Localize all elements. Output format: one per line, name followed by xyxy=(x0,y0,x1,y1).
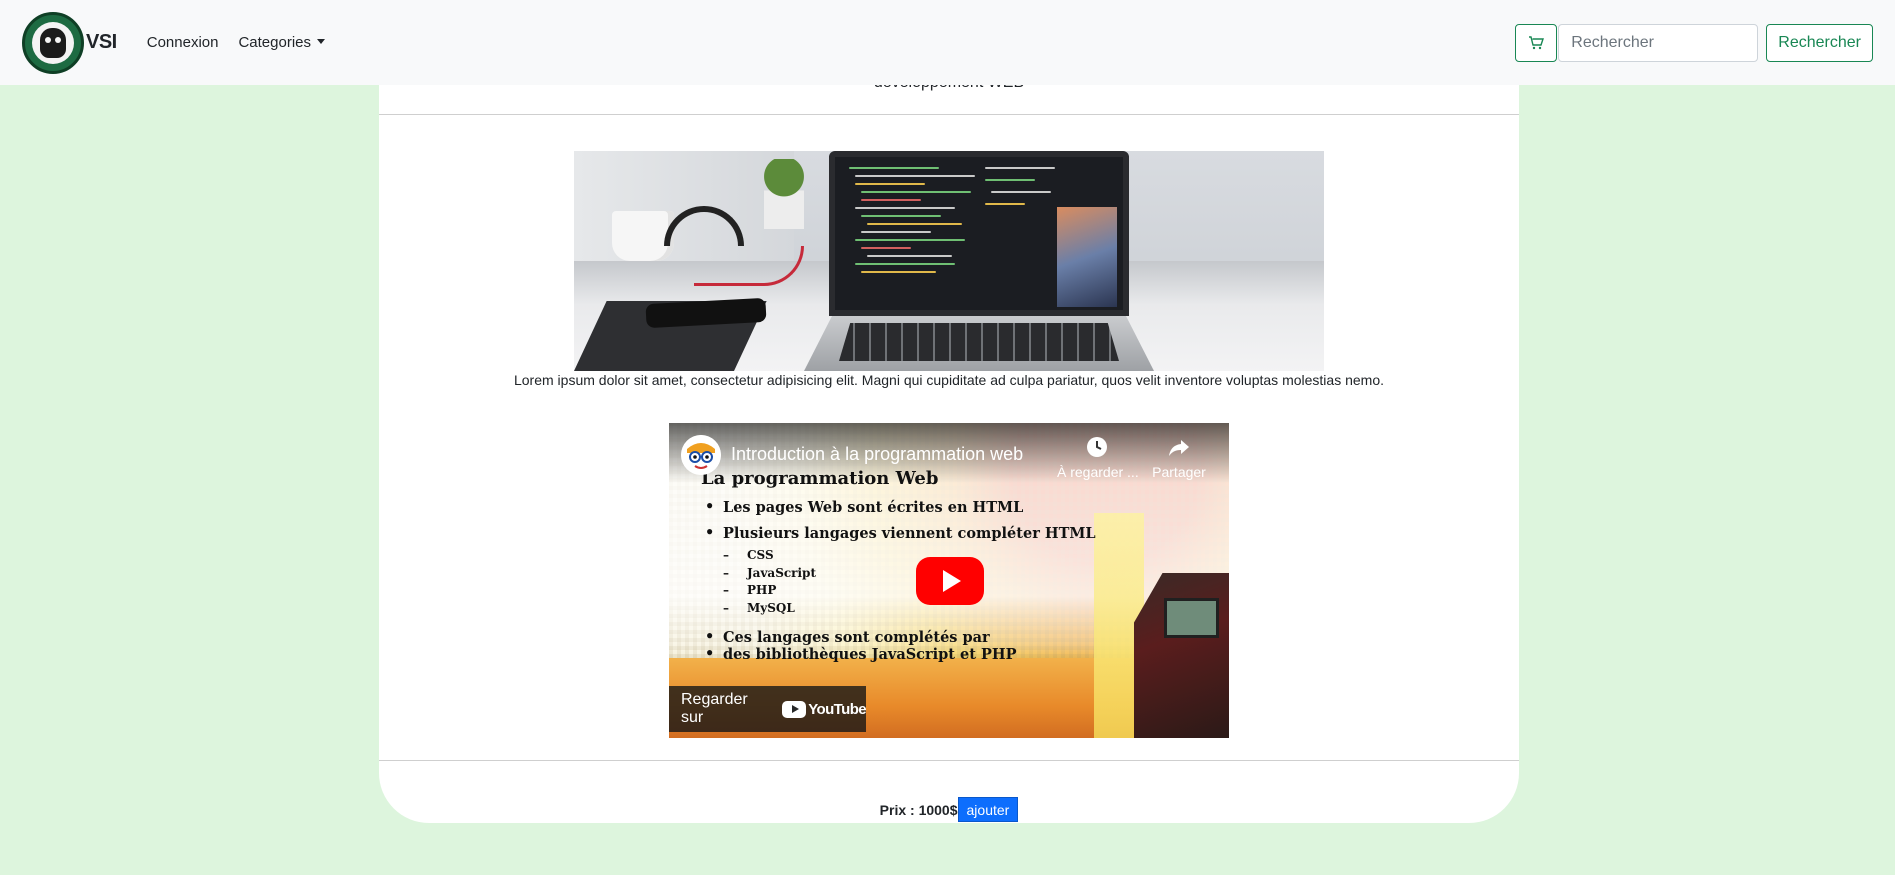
product-description: Lorem ipsum dolor sit amet, consectetur … xyxy=(513,372,1384,388)
product-image xyxy=(574,151,1324,371)
caret-down-icon xyxy=(317,39,326,44)
watch-on-label: Regarder sur xyxy=(681,691,748,726)
cart-icon xyxy=(1529,35,1545,49)
channel-avatar-icon xyxy=(681,435,721,475)
add-to-cart-button[interactable]: ajouter xyxy=(957,797,1019,822)
product-card: développement WEB xyxy=(379,0,1519,823)
youtube-embed[interactable]: La programmation Web Les pages Web sont … xyxy=(669,423,1229,738)
watch-later-button[interactable]: À regarder ... xyxy=(1057,435,1139,480)
nav-links: Connexion Categories xyxy=(139,26,337,59)
share-icon xyxy=(1169,440,1189,456)
slide-sub-item: MySQL xyxy=(701,600,1096,618)
navbar: VSI Connexion Categories Rechercher xyxy=(0,0,1895,85)
logo-icon xyxy=(22,11,84,74)
slide-sub-item: JavaScript xyxy=(701,565,1096,583)
slide-sub-item: CSS xyxy=(701,547,1096,565)
play-button[interactable] xyxy=(916,557,984,605)
search-input[interactable] xyxy=(1558,23,1759,62)
share-label: Partager xyxy=(1152,464,1206,480)
search-form: Rechercher xyxy=(1515,23,1873,62)
clock-icon xyxy=(1087,437,1107,457)
watch-later-label: À regarder ... xyxy=(1057,464,1139,480)
card-divider-top xyxy=(379,114,1519,115)
slide-bullet: Les pages Web sont écrites en HTML xyxy=(701,498,1096,516)
share-button[interactable]: Partager xyxy=(1139,435,1219,480)
cart-button[interactable] xyxy=(1515,23,1558,62)
watch-on-youtube-button[interactable]: Regarder sur YouTube xyxy=(669,686,867,732)
nav-link-connexion[interactable]: Connexion xyxy=(139,26,227,59)
slide-sub-item: PHP xyxy=(701,582,1096,600)
play-icon xyxy=(943,570,961,592)
card-divider-bottom xyxy=(379,760,1519,761)
youtube-logo-text: YouTube xyxy=(808,700,866,718)
slide-bullet: Ces langages sont complétés par xyxy=(701,628,1096,646)
youtube-logo-icon: YouTube xyxy=(782,700,867,718)
search-button[interactable]: Rechercher xyxy=(1766,23,1873,62)
nav-dropdown-categories[interactable]: Categories xyxy=(230,26,333,59)
brand-name: VSI xyxy=(86,31,117,53)
nav-dropdown-categories-label: Categories xyxy=(238,34,312,51)
channel-avatar[interactable] xyxy=(681,435,721,475)
slide-sublist: CSS JavaScript PHP MySQL xyxy=(701,547,1096,617)
price-label: Prix : 1000$ xyxy=(879,801,958,818)
video-title[interactable]: Introduction à la programmation web xyxy=(731,444,1023,465)
brand-link[interactable]: VSI xyxy=(22,11,117,74)
slide-bullet-continuation: des bibliothèques JavaScript et PHP xyxy=(701,645,1096,663)
video-slide-content: La programmation Web Les pages Web sont … xyxy=(701,468,1096,663)
slide-bullet: Plusieurs langages viennent compléter HT… xyxy=(701,524,1096,542)
price-row: Prix : 1000$ ajouter xyxy=(379,797,1519,822)
